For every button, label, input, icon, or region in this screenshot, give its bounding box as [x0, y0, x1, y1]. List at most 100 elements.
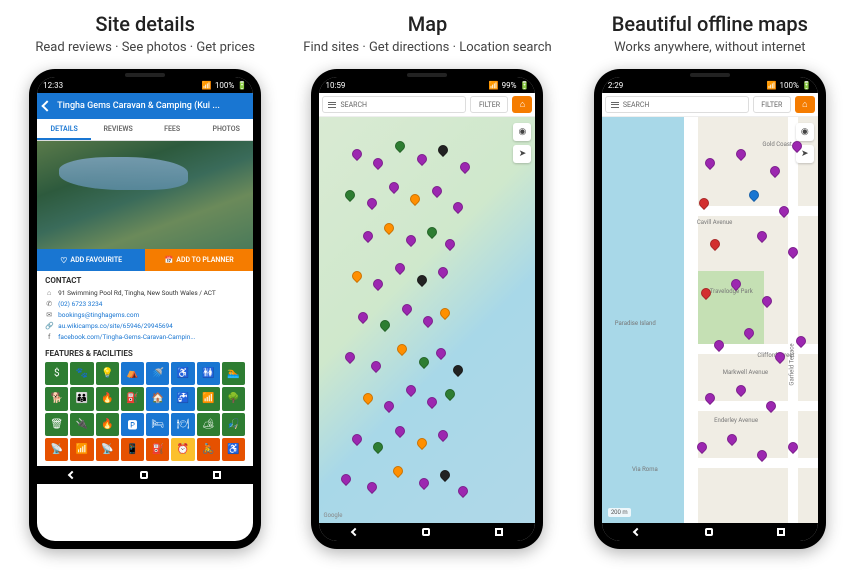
map-pin[interactable] — [458, 160, 472, 174]
layers-button[interactable]: ◉ — [796, 123, 814, 141]
search-input[interactable]: SEARCH — [322, 96, 466, 113]
map-pin[interactable] — [408, 192, 422, 206]
offline-map-canvas[interactable]: Gold Coast Cavill Avenue Paradise Island… — [602, 117, 818, 523]
map-pin[interactable] — [382, 399, 396, 413]
facility-tile[interactable]: 📱 — [121, 438, 144, 461]
contact-email[interactable]: bookings@tinghagems.com — [58, 311, 139, 319]
map-pin[interactable] — [425, 225, 439, 239]
map-pin[interactable] — [404, 383, 418, 397]
map-pin[interactable] — [350, 147, 364, 161]
facility-tile[interactable]: 🛏 — [146, 413, 169, 436]
facility-tile[interactable]: 📡 — [45, 438, 68, 461]
facility-tile[interactable]: 🚻 — [197, 362, 220, 385]
map-pin[interactable] — [361, 391, 375, 405]
map-pin[interactable] — [421, 314, 435, 328]
menu-icon[interactable] — [328, 102, 336, 108]
map-pin[interactable] — [393, 139, 407, 153]
facility-tile[interactable]: ⏰ — [171, 438, 194, 461]
map-pin[interactable] — [415, 151, 429, 165]
facility-tile[interactable]: $ — [45, 362, 68, 385]
facility-tile[interactable]: 🌳 — [222, 387, 245, 410]
nav-back-button[interactable] — [633, 528, 641, 536]
tab-details[interactable]: DETAILS — [37, 119, 91, 140]
facility-tile[interactable]: 📶 — [70, 438, 93, 461]
map-pin[interactable] — [371, 277, 385, 291]
map-pin[interactable] — [434, 346, 448, 360]
nav-recent-button[interactable] — [777, 528, 785, 536]
facility-tile[interactable]: 💡 — [96, 362, 119, 385]
map-pin[interactable] — [451, 200, 465, 214]
map-pin[interactable] — [425, 395, 439, 409]
facility-tile[interactable]: 🎣 — [222, 413, 245, 436]
facility-tile[interactable]: 🏠 — [146, 387, 169, 410]
site-hero-image[interactable] — [37, 141, 253, 249]
map-pin[interactable] — [415, 436, 429, 450]
home-button[interactable]: ⌂ — [795, 96, 815, 113]
map-pin[interactable] — [387, 180, 401, 194]
nav-back-button[interactable] — [351, 528, 359, 536]
tab-fees[interactable]: FEES — [145, 119, 199, 140]
facility-tile[interactable]: ⛽ — [146, 438, 169, 461]
map-pin[interactable] — [436, 428, 450, 442]
map-pin[interactable] — [393, 423, 407, 437]
map-pin[interactable] — [404, 233, 418, 247]
facility-tile[interactable]: 🚴 — [197, 438, 220, 461]
nav-recent-button[interactable] — [495, 528, 503, 536]
map-pin[interactable] — [378, 318, 392, 332]
home-button[interactable]: ⌂ — [512, 96, 532, 113]
map-pin[interactable] — [436, 265, 450, 279]
map-pin[interactable] — [417, 476, 431, 490]
facility-tile[interactable]: ⛽ — [121, 387, 144, 410]
facility-tile[interactable]: 🐾 — [70, 362, 93, 385]
tab-photos[interactable]: PHOTOS — [199, 119, 253, 140]
facility-tile[interactable]: 🔌 — [70, 413, 93, 436]
map-pin[interactable] — [430, 184, 444, 198]
map-pin[interactable] — [768, 164, 782, 178]
map-pin[interactable] — [755, 229, 769, 243]
facility-tile[interactable]: ♿ — [222, 438, 245, 461]
map-pin[interactable] — [339, 472, 353, 486]
map-pin[interactable] — [417, 354, 431, 368]
map-pin[interactable] — [747, 188, 761, 202]
layers-button[interactable]: ◉ — [513, 123, 531, 141]
map-pin[interactable] — [438, 306, 452, 320]
facility-tile[interactable]: 🏕 — [197, 413, 220, 436]
filter-button[interactable]: FILTER — [753, 96, 791, 113]
map-pin[interactable] — [350, 432, 364, 446]
map-pin[interactable] — [395, 342, 409, 356]
map-pin[interactable] — [436, 143, 450, 157]
facility-tile[interactable]: 🏊 — [222, 362, 245, 385]
map-pin[interactable] — [443, 237, 457, 251]
filter-button[interactable]: FILTER — [470, 96, 508, 113]
map-pin[interactable] — [734, 147, 748, 161]
map-pin[interactable] — [393, 261, 407, 275]
map-pin[interactable] — [708, 237, 722, 251]
facility-tile[interactable]: 🐕 — [45, 387, 68, 410]
map-canvas[interactable]: ◉ ➤ Google — [319, 117, 535, 523]
map-pin[interactable] — [415, 273, 429, 287]
map-pin[interactable] — [371, 156, 385, 170]
map-pin[interactable] — [365, 480, 379, 494]
map-pin[interactable] — [456, 484, 470, 498]
map-pin[interactable] — [343, 350, 357, 364]
map-pin[interactable] — [734, 383, 748, 397]
facility-tile[interactable]: ⛺ — [121, 362, 144, 385]
facility-tile[interactable]: 🗑 — [45, 413, 68, 436]
map-pin[interactable] — [451, 363, 465, 377]
add-planner-button[interactable]: 📅ADD TO PLANNER — [145, 249, 253, 271]
locate-button[interactable]: ➤ — [513, 145, 531, 163]
facility-tile[interactable]: 🔥 — [96, 413, 119, 436]
map-pin[interactable] — [703, 156, 717, 170]
map-pin[interactable] — [443, 387, 457, 401]
nav-home-button[interactable] — [140, 471, 148, 479]
map-pin[interactable] — [343, 188, 357, 202]
back-icon[interactable] — [41, 100, 52, 111]
facility-tile[interactable]: ♿ — [171, 362, 194, 385]
map-pin[interactable] — [369, 359, 383, 373]
facility-tile[interactable]: 👪 — [70, 387, 93, 410]
contact-phone[interactable]: (02) 6723 3234 — [58, 300, 102, 308]
contact-url[interactable]: au.wikicamps.co/site/65946/29945694 — [58, 322, 173, 330]
tab-reviews[interactable]: REVIEWS — [91, 119, 145, 140]
nav-home-button[interactable] — [422, 528, 430, 536]
nav-back-button[interactable] — [68, 471, 76, 479]
